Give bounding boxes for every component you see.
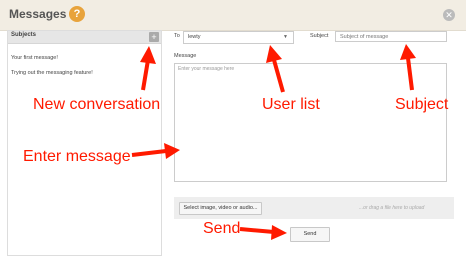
page-title: Messages <box>9 7 67 21</box>
subject-input[interactable] <box>335 31 447 42</box>
user-select[interactable]: lewty ▼ <box>183 31 294 44</box>
conversation-item[interactable]: Your first message! <box>11 55 58 61</box>
close-icon[interactable]: ✕ <box>443 9 455 21</box>
user-select-value: lewty <box>188 34 201 40</box>
annotation-enter-message: Enter message <box>23 148 131 165</box>
subject-label: Subject <box>310 33 329 39</box>
message-label: Message <box>174 53 197 59</box>
drop-hint: ...or drag a file here to upload <box>359 205 425 211</box>
window-header: Messages ? ✕ <box>0 0 466 31</box>
message-textarea[interactable] <box>174 63 447 182</box>
conversation-item[interactable]: Trying out the messaging feature! <box>11 70 93 76</box>
select-media-button[interactable]: Select image, video or audio... <box>179 202 262 215</box>
subjects-header: Subjects + <box>8 31 161 44</box>
upload-bar: Select image, video or audio... ...or dr… <box>174 197 454 219</box>
send-button[interactable]: Send <box>290 227 330 242</box>
new-conversation-button[interactable]: + <box>149 32 159 42</box>
arrow-right-icon <box>239 225 287 240</box>
annotation-new-conversation: New conversation <box>33 96 161 113</box>
to-label: To <box>174 33 180 39</box>
annotation-subject: Subject <box>395 96 449 113</box>
help-icon[interactable]: ? <box>69 6 85 22</box>
chevron-down-icon: ▼ <box>283 34 288 40</box>
subjects-panel: Subjects + Your first message! Trying ou… <box>7 30 162 256</box>
subjects-title: Subjects <box>11 32 37 38</box>
annotation-user-list: User list <box>262 96 320 113</box>
annotation-send: Send <box>203 220 241 237</box>
